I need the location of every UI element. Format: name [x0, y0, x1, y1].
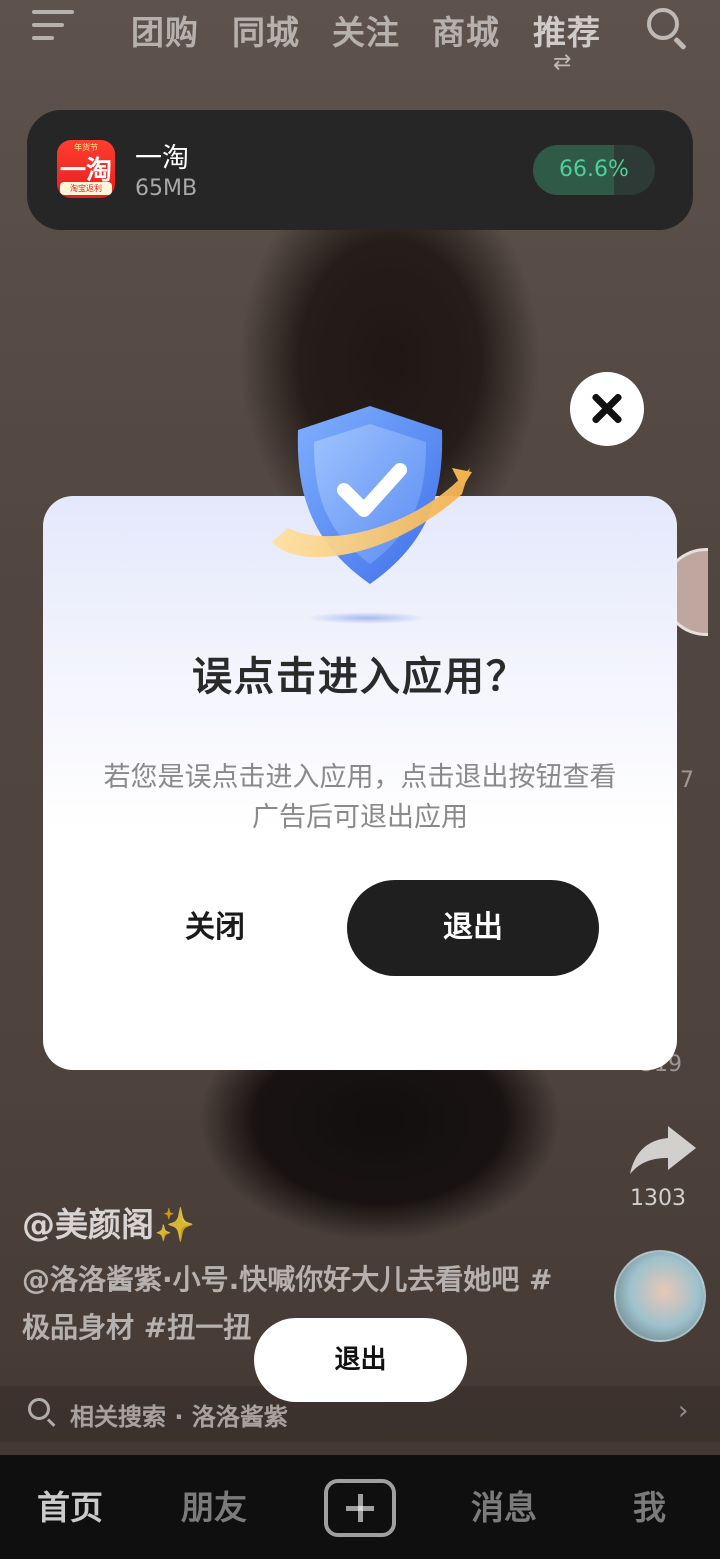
shield-shadow	[306, 612, 428, 624]
chevron-right-icon: ›	[678, 1396, 689, 1426]
close-button[interactable]: 关闭	[143, 880, 287, 976]
exit-button[interactable]: 退出	[347, 880, 599, 976]
tab-friends[interactable]: 朋友	[181, 1481, 247, 1529]
tab-mall[interactable]: 商城	[432, 6, 500, 54]
tab-recommend[interactable]: 推荐	[533, 6, 601, 54]
dialog-title: 误点击进入应用？	[192, 654, 528, 700]
app-icon: 年货节 一淘 淘宝返利	[57, 140, 115, 198]
tab-me[interactable]: 我	[633, 1481, 666, 1529]
menu-icon[interactable]	[32, 10, 76, 44]
swap-icon: ⇄	[553, 50, 572, 75]
related-search-text: 相关搜索 · 洛洛酱紫	[70, 1403, 288, 1431]
exit-float-button[interactable]: 退出	[254, 1318, 467, 1402]
download-progress[interactable]: 66.6%	[533, 145, 655, 195]
download-notification[interactable]: 年货节 一淘 淘宝返利 一淘 65MB 66.6%	[27, 110, 693, 230]
like-count-partial: 7	[680, 768, 694, 793]
dialog-message: 若您是误点击进入应用，点击退出按钮查看广告后可退出应用	[103, 762, 617, 833]
app-icon-bottom-text: 淘宝返利	[60, 182, 112, 195]
share-icon[interactable]	[628, 1122, 698, 1176]
app-size: 65MB	[135, 176, 198, 201]
shield-check-icon	[272, 406, 472, 584]
create-post-button[interactable]	[324, 1479, 396, 1537]
author-name[interactable]: @美颜阁✨	[22, 1198, 195, 1246]
tab-messages[interactable]: 消息	[471, 1481, 537, 1529]
bottom-tab-bar: 首页 朋友 消息 我	[0, 1455, 720, 1559]
progress-text: 66.6%	[559, 157, 629, 182]
app-name: 一淘	[135, 143, 189, 174]
top-nav: 团购 同城 关注 商城 推荐 ⇄	[0, 0, 720, 75]
close-icon[interactable]	[570, 372, 644, 446]
share-count: 1303	[630, 1186, 686, 1211]
tab-local[interactable]: 同城	[232, 6, 300, 54]
search-icon	[28, 1398, 58, 1428]
music-disc[interactable]	[614, 1250, 706, 1342]
tab-home[interactable]: 首页	[37, 1481, 103, 1529]
tab-group-buy[interactable]: 团购	[131, 6, 199, 54]
tab-following[interactable]: 关注	[332, 6, 400, 54]
search-icon[interactable]	[645, 6, 689, 51]
